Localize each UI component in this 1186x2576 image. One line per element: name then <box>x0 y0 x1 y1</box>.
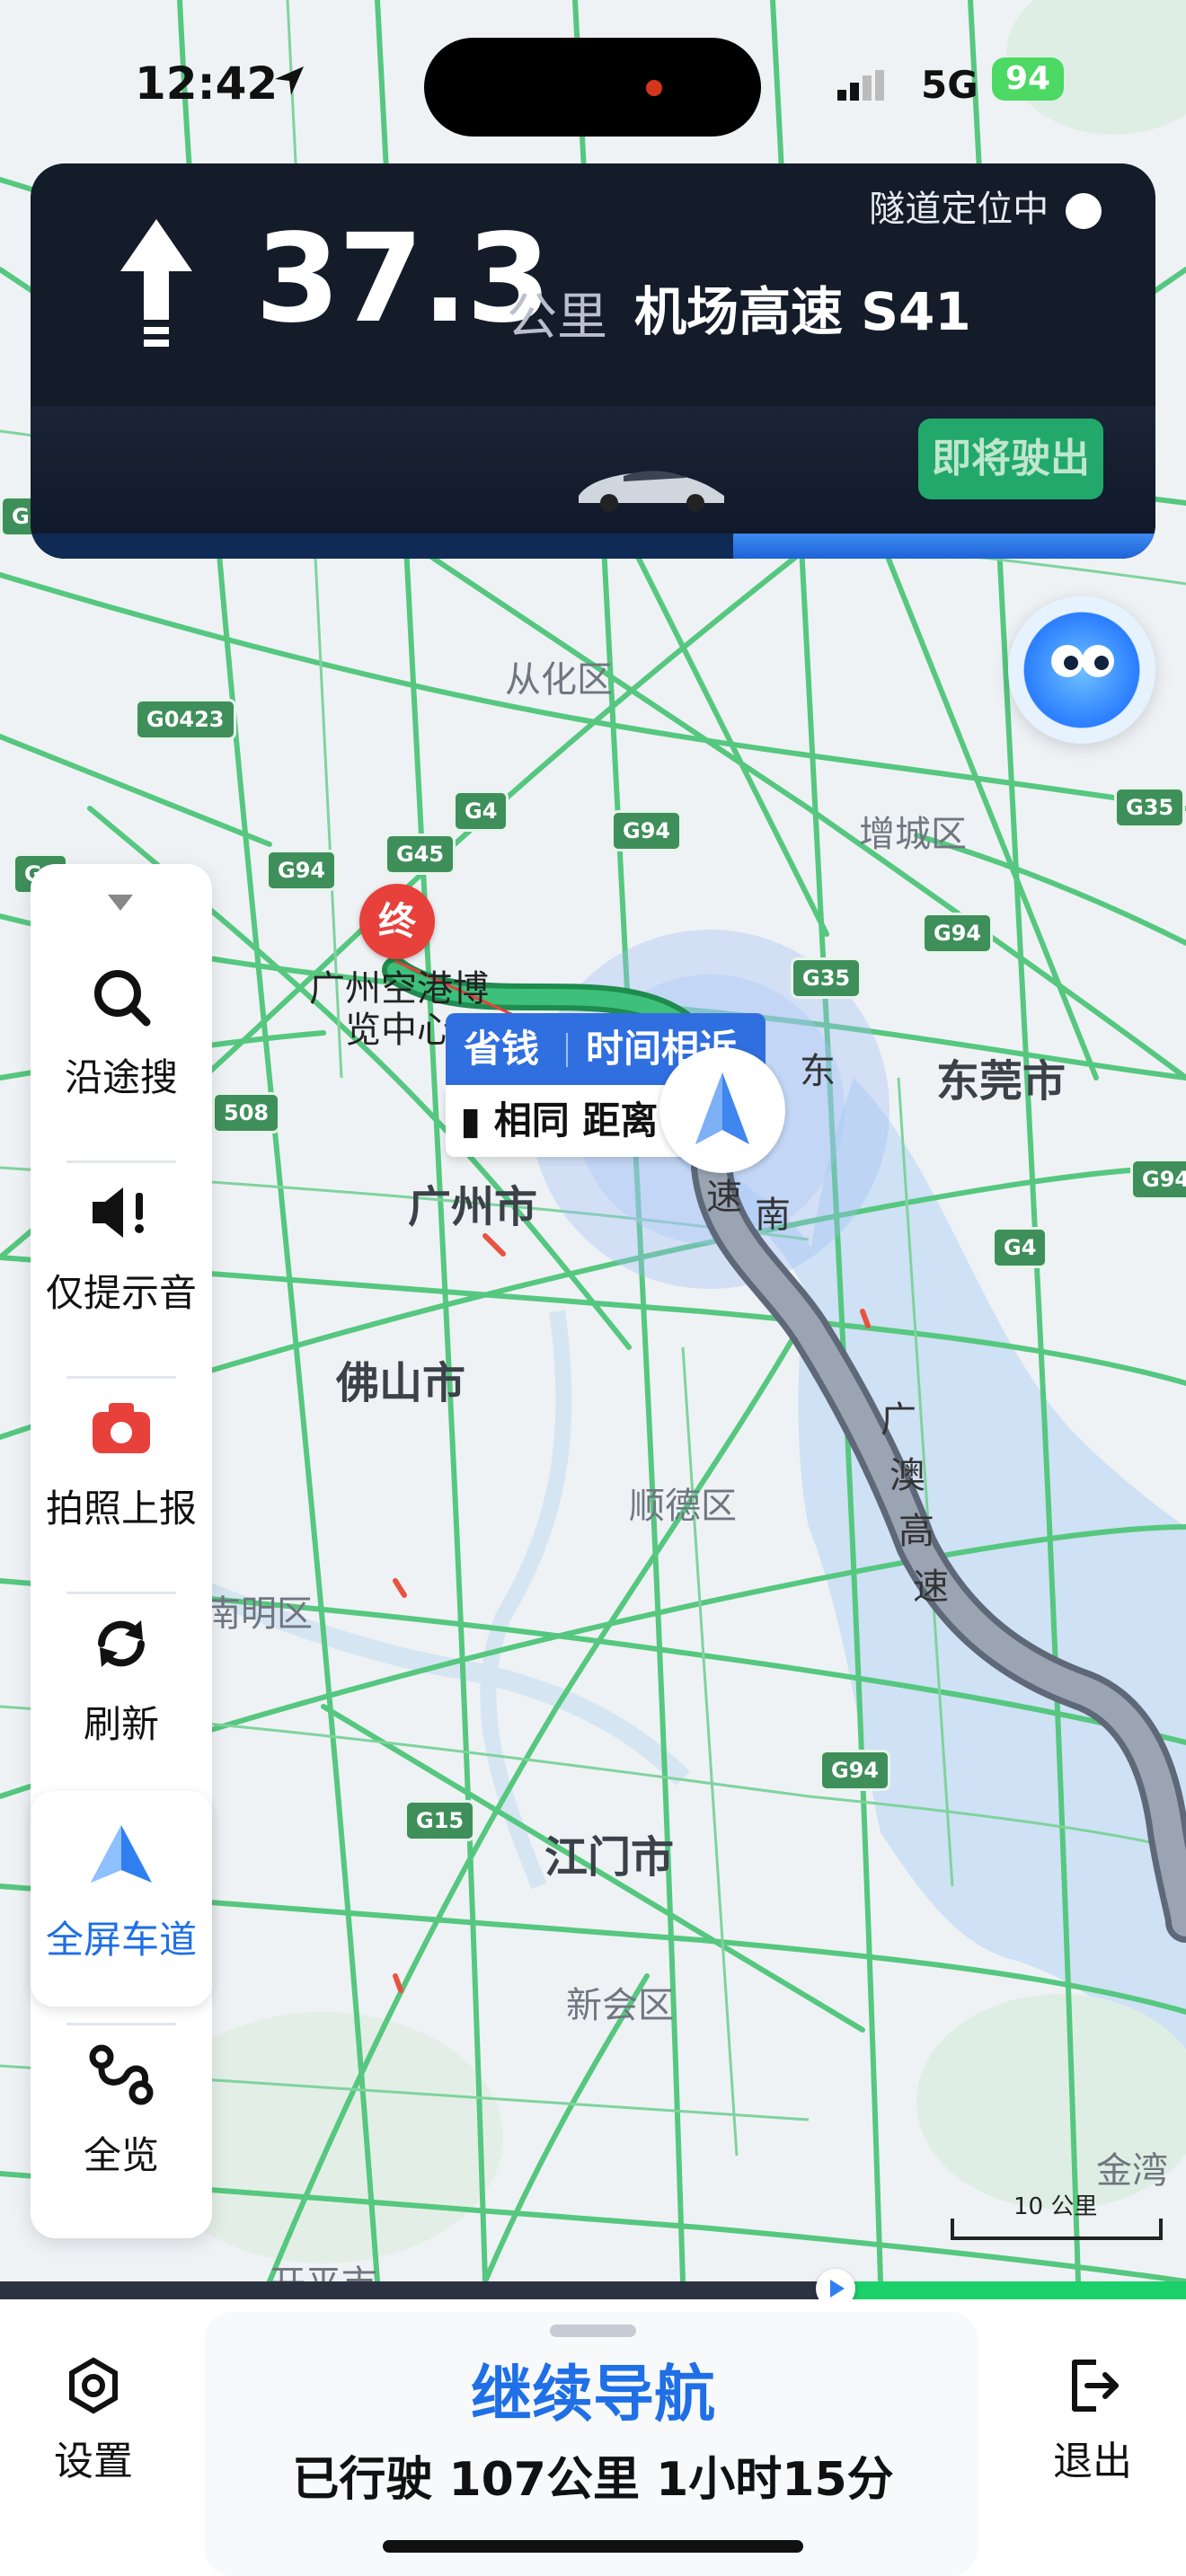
fullscreen-lane-label: 全屏车道 <box>45 1918 197 1962</box>
alert-sound-only-button[interactable]: 仅提示音 <box>31 1144 212 1342</box>
highway-shield: G45 <box>385 834 456 875</box>
divider <box>566 1033 568 1067</box>
highway-shield: G94 <box>611 810 683 851</box>
city-label: 东莞市 <box>936 1056 1067 1107</box>
satellite-icon <box>1066 193 1102 229</box>
route-overview-icon <box>89 2044 154 2105</box>
road-label: 东 <box>800 1051 836 1092</box>
road-label: 高 <box>898 1511 934 1552</box>
highway-shield: G9411 <box>1130 1159 1186 1200</box>
settings-label: 设置 <box>54 2439 133 2484</box>
maneuver-progress-fill <box>733 534 1155 559</box>
battery-indicator: 94 <box>992 57 1064 101</box>
camera-icon <box>93 1403 150 1453</box>
district-label: 从化区 <box>505 659 613 701</box>
road-label: 南 <box>755 1195 791 1236</box>
maneuver-progress <box>31 534 1155 559</box>
highway-shield: G94 <box>819 1750 891 1791</box>
car-icon <box>579 471 724 512</box>
collapse-caret-icon[interactable] <box>108 895 133 911</box>
signal-icon <box>837 70 884 101</box>
road-label: 澳 <box>890 1455 925 1496</box>
highway-shield: 508 <box>212 1092 281 1134</box>
photo-report-button[interactable]: 拍照上报 <box>31 1360 212 1557</box>
route-overview-button[interactable]: 全览 <box>31 2007 212 2204</box>
exit-soon-badge: 即将驶出 <box>918 419 1103 499</box>
search-along-route-button[interactable]: 沿途搜 <box>31 929 212 1126</box>
trip-progress-remaining <box>836 2281 1186 2299</box>
highway-shield: G94 <box>266 850 338 891</box>
district-label: 顺德区 <box>629 1486 737 1527</box>
location-arrow-icon <box>275 66 304 95</box>
district-label: 南明区 <box>205 1593 313 1635</box>
highway-shield: G0423 <box>135 699 236 740</box>
resume-navigation-button[interactable]: 继续导航 <box>0 2344 1186 2433</box>
lane-arrow-icon <box>91 1825 152 1883</box>
route-overview-label: 全览 <box>83 2133 159 2177</box>
current-location-arrow <box>659 1047 785 1173</box>
drag-handle[interactable] <box>550 2325 636 2337</box>
trip-traveled-summary: 已行驶 107公里 1小时15分 <box>292 2453 894 2507</box>
photo-report-label: 拍照上报 <box>45 1486 197 1531</box>
tool-panel: 沿途搜 仅提示音 拍照上报 刷新 全屏车道 全览 <box>31 864 212 2238</box>
home-indicator[interactable] <box>383 2540 803 2553</box>
navigation-arrow-icon <box>695 1072 749 1144</box>
refresh-icon <box>98 1620 145 1667</box>
gear-icon <box>69 2357 118 2414</box>
exit-button[interactable]: 退出 <box>1021 2353 1164 2486</box>
highway-shield: G35 <box>1114 787 1186 828</box>
distance-unit: 公里 <box>507 288 607 347</box>
speaker-alert-icon <box>93 1187 144 1238</box>
recording-dot <box>646 80 662 96</box>
road-label: 速 <box>913 1566 949 1608</box>
fullscreen-lane-button[interactable]: 全屏车道 <box>31 1791 212 2007</box>
exit-icon <box>1072 2360 1119 2412</box>
next-road-name: 机场高速 S41 <box>634 281 971 342</box>
route-option-cheaper[interactable]: 省钱 <box>464 1013 539 1085</box>
scale-bar <box>951 2219 1163 2240</box>
alert-sound-only-label: 仅提示音 <box>45 1271 197 1315</box>
refresh-label: 刷新 <box>83 1702 159 1746</box>
district-label: 增城区 <box>859 814 967 855</box>
scale-label: 10 公里 <box>1013 2193 1098 2220</box>
straight-arrow-icon <box>120 219 192 347</box>
dynamic-island <box>424 38 761 137</box>
highway-shield: G4 <box>453 790 509 832</box>
tunnel-locating-status: 隧道定位中 <box>869 180 1102 232</box>
search-icon <box>94 970 151 1027</box>
refresh-button[interactable]: 刷新 <box>31 1575 212 1773</box>
settings-button[interactable]: 设置 <box>22 2353 165 2486</box>
city-label: 江门市 <box>544 1832 675 1883</box>
highway-shield: G94 <box>922 913 994 954</box>
tunnel-locating-label: 隧道定位中 <box>869 189 1049 230</box>
route-option-distance-label: 相同 距离 <box>493 1098 659 1142</box>
mascot-icon <box>1051 645 1114 677</box>
destination-pin[interactable]: 终 <box>359 884 435 959</box>
guidance-banner[interactable]: 隧道定位中 37.3 公里 机场高速 S41 即将驶出 <box>31 163 1155 559</box>
city-label: 广州市 <box>408 1182 538 1232</box>
search-along-route-label: 沿途搜 <box>64 1055 178 1099</box>
status-bar: 12:42 5G 94 <box>0 38 1186 137</box>
clock: 12:42 <box>135 57 279 110</box>
highway-shield: G4 <box>992 1227 1049 1268</box>
exit-label: 退出 <box>1053 2439 1132 2484</box>
highway-shield: G15 <box>404 1800 476 1841</box>
highway-shield: G35 <box>791 957 863 999</box>
network-type: 5G <box>921 63 978 107</box>
maneuver-distance: 37.3 <box>255 208 552 350</box>
map-scale: 10 公里 <box>951 2181 1163 2240</box>
trip-progress-bar <box>0 2269 1186 2308</box>
district-label: 新会区 <box>566 1985 674 2026</box>
city-label: 佛山市 <box>336 1358 466 1408</box>
road-label: 广 <box>881 1399 916 1441</box>
distance-icon: ▮ <box>460 1098 482 1142</box>
voice-assistant-button[interactable] <box>1008 596 1155 744</box>
road-label: 速 <box>706 1177 742 1218</box>
